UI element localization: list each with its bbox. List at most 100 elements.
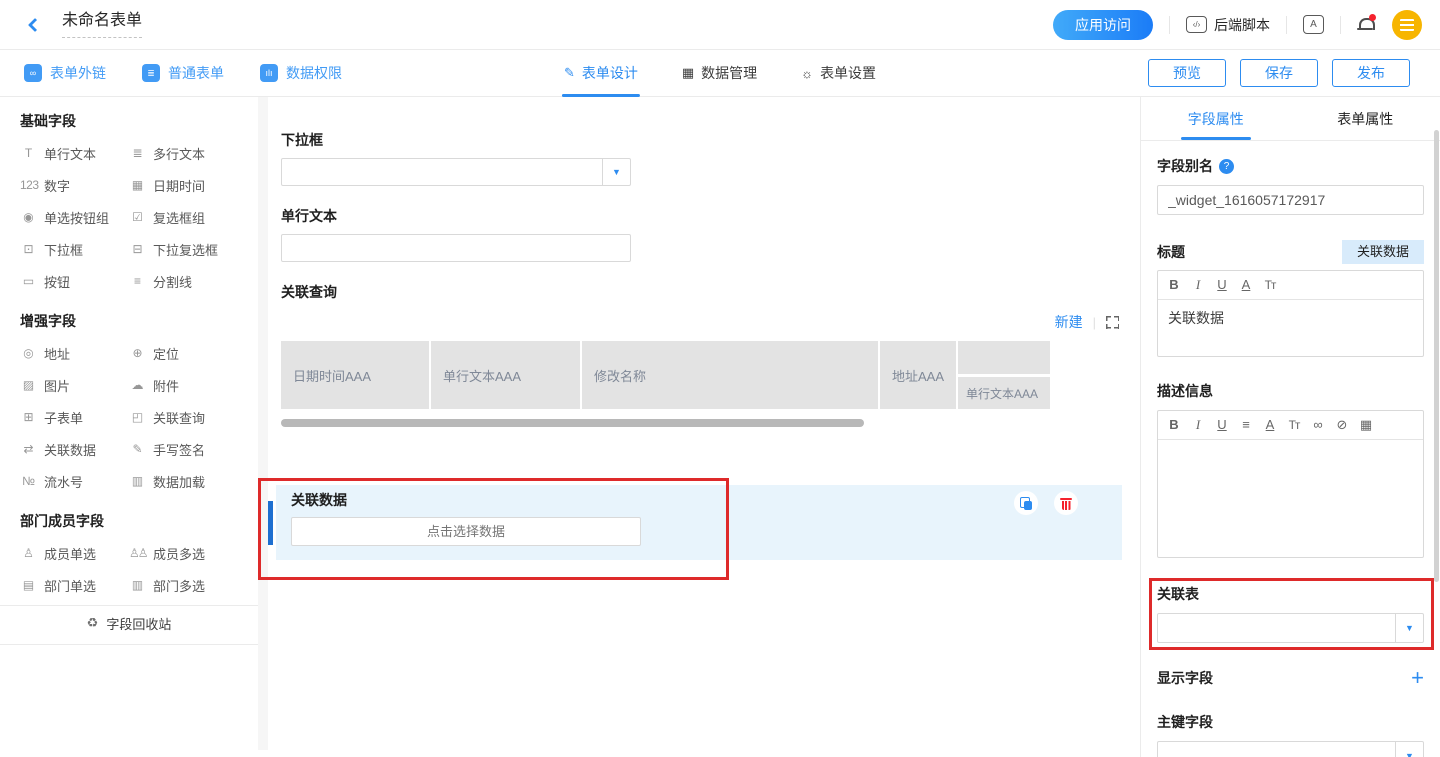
unchain-icon[interactable]: ⊘ bbox=[1330, 411, 1354, 439]
align-icon[interactable]: ≡ bbox=[1234, 411, 1258, 439]
avatar[interactable] bbox=[1392, 10, 1422, 40]
field-library-item[interactable]: ◰ 关联查询 bbox=[129, 401, 238, 433]
related-table-select[interactable]: ▼ bbox=[1157, 613, 1424, 643]
title-editor-content[interactable]: 关联数据 bbox=[1158, 300, 1423, 356]
field-library-item[interactable]: ♙ 成员单选 bbox=[20, 537, 129, 569]
field-library-item[interactable]: ▭ 按钮 bbox=[20, 265, 129, 297]
copy-widget-button[interactable] bbox=[1014, 491, 1038, 515]
field-library-item[interactable]: 123 数字 bbox=[20, 169, 129, 201]
help-icon[interactable]: ? bbox=[1219, 159, 1234, 174]
description-editor-content[interactable] bbox=[1158, 440, 1423, 557]
caret-down-icon[interactable]: ▼ bbox=[1395, 742, 1423, 757]
text-control[interactable] bbox=[281, 234, 631, 262]
italic-icon[interactable]: I bbox=[1186, 411, 1210, 439]
field-library-item[interactable]: ⊟ 下拉复选框 bbox=[129, 233, 238, 265]
fontsize-icon[interactable]: Tт bbox=[1258, 271, 1282, 299]
field-library-item[interactable]: T 单行文本 bbox=[20, 137, 129, 169]
add-display-field-button[interactable]: + bbox=[1411, 668, 1424, 688]
linked-data-picker[interactable] bbox=[291, 517, 641, 546]
field-library-item[interactable]: ☁ 附件 bbox=[129, 369, 238, 401]
color-icon[interactable]: A bbox=[1234, 271, 1258, 299]
title-badge[interactable]: 关联数据 bbox=[1342, 240, 1424, 264]
text-input[interactable] bbox=[282, 235, 630, 261]
main-tab[interactable]: ✎ 表单设计 bbox=[564, 50, 638, 97]
canvas-widget-lookup[interactable]: 关联查询 新建 | 日期时间AAA 单行文本AAA 修改名称 地址AAA 单行文… bbox=[281, 284, 1122, 427]
field-library-item[interactable]: ◉ 单选按钮组 bbox=[20, 201, 129, 233]
bold-icon[interactable]: B bbox=[1162, 411, 1186, 439]
sidebar-canvas-gutter bbox=[258, 97, 268, 750]
field-library-item[interactable]: ⊞ 子表单 bbox=[20, 401, 129, 433]
field-recycle-bin-button[interactable]: ♻ 字段回收站 bbox=[20, 606, 238, 640]
fontsize-icon[interactable]: Tт bbox=[1282, 411, 1306, 439]
canvas-widget-text[interactable]: 单行文本 bbox=[281, 208, 1122, 262]
form-mode-link[interactable]: ≣ 普通表单 bbox=[142, 63, 224, 83]
field-library-item[interactable]: ✎ 手写签名 bbox=[129, 433, 238, 465]
field-library-item[interactable]: ♙♙ 成员多选 bbox=[129, 537, 238, 569]
main-tab[interactable]: ☼ 表单设置 bbox=[801, 50, 876, 97]
field-library-item[interactable]: ▤ 部门单选 bbox=[20, 569, 129, 601]
location-icon: ⊕ bbox=[129, 346, 146, 360]
field-library-item[interactable]: ◎ 地址 bbox=[20, 337, 129, 369]
selection-indicator-bar bbox=[268, 501, 273, 545]
back-button[interactable] bbox=[24, 14, 46, 36]
form-mode-link[interactable]: ∞ 表单外链 bbox=[24, 63, 106, 83]
caret-down-icon[interactable]: ▼ bbox=[602, 159, 630, 185]
horizontal-scrollbar[interactable] bbox=[281, 419, 864, 427]
field-library-item[interactable]: ▥ 部门多选 bbox=[129, 569, 238, 601]
lookup-table-header: 日期时间AAA 单行文本AAA 修改名称 地址AAA 单行文本AAA bbox=[281, 341, 1119, 409]
backend-script-button[interactable]: ‹/› 后端脚本 bbox=[1186, 15, 1270, 35]
new-record-link[interactable]: 新建 bbox=[1055, 312, 1083, 332]
underline-icon[interactable]: U bbox=[1210, 411, 1234, 439]
fullscreen-icon[interactable] bbox=[1106, 316, 1119, 329]
vertical-scrollbar[interactable] bbox=[1434, 130, 1439, 582]
divider-icon: ≡ bbox=[129, 274, 146, 288]
linked-data-input[interactable] bbox=[292, 518, 640, 545]
italic-icon[interactable]: I bbox=[1186, 271, 1210, 299]
linked-data-icon: ⇄ bbox=[20, 442, 37, 456]
table-overflow-column: 单行文本AAA bbox=[958, 341, 1050, 409]
publish-button[interactable]: 发布 bbox=[1332, 59, 1410, 87]
divider bbox=[1340, 16, 1341, 34]
app-access-button[interactable]: 应用访问 bbox=[1053, 10, 1153, 40]
delete-widget-button[interactable] bbox=[1054, 491, 1078, 515]
inspector-tab[interactable]: 表单属性 bbox=[1291, 97, 1440, 140]
save-button[interactable]: 保存 bbox=[1240, 59, 1318, 87]
field-library-item[interactable]: ▦ 日期时间 bbox=[129, 169, 238, 201]
form-design-icon: ✎ bbox=[564, 65, 575, 81]
chevron-left-icon bbox=[28, 17, 42, 31]
field-library-item[interactable]: № 流水号 bbox=[20, 465, 129, 497]
primary-key-select[interactable]: ▼ bbox=[1157, 741, 1424, 757]
field-library-item[interactable]: ⇄ 关联数据 bbox=[20, 433, 129, 465]
inspector-tab[interactable]: 字段属性 bbox=[1141, 97, 1291, 140]
title-editor: BIUATт 关联数据 bbox=[1157, 270, 1424, 357]
radio-group-icon: ◉ bbox=[20, 210, 37, 224]
related-table-label: 关联表 bbox=[1157, 586, 1424, 603]
field-library-item[interactable]: ≡ 分割线 bbox=[129, 265, 238, 297]
canvas-widget-linked-data-selected[interactable]: 关联数据 bbox=[276, 485, 1122, 560]
multi-select-icon: ⊟ bbox=[129, 242, 146, 256]
preview-button[interactable]: 预览 bbox=[1148, 59, 1226, 87]
notification-bell-icon[interactable] bbox=[1357, 17, 1374, 33]
chain-icon[interactable]: ∞ bbox=[1306, 411, 1330, 439]
color-icon[interactable]: A bbox=[1258, 411, 1282, 439]
address-book-icon[interactable]: A bbox=[1303, 15, 1324, 34]
form-mode-link[interactable]: ılı 数据权限 bbox=[260, 63, 342, 83]
main-tab[interactable]: ▦ 数据管理 bbox=[682, 50, 757, 97]
table-column-header: 单行文本AAA bbox=[431, 341, 580, 409]
field-library-item[interactable]: ⊡ 下拉框 bbox=[20, 233, 129, 265]
form-title[interactable]: 未命名表单 bbox=[62, 12, 142, 38]
field-library-item[interactable]: ▨ 图片 bbox=[20, 369, 129, 401]
canvas-widget-select[interactable]: 下拉框 ▼ bbox=[281, 132, 1122, 186]
table-column-header: 修改名称 bbox=[582, 341, 878, 409]
field-library-item[interactable]: ▥ 数据加载 bbox=[129, 465, 238, 497]
underline-icon[interactable]: U bbox=[1210, 271, 1234, 299]
insert-image-icon[interactable]: ▦ bbox=[1354, 411, 1378, 439]
select-control[interactable]: ▼ bbox=[281, 158, 631, 186]
bold-icon[interactable]: B bbox=[1162, 271, 1186, 299]
field-library-item[interactable]: ☑ 复选框组 bbox=[129, 201, 238, 233]
field-library-item[interactable]: ≣ 多行文本 bbox=[129, 137, 238, 169]
alias-input[interactable] bbox=[1157, 185, 1424, 215]
description-editor: BIU≡ATт∞⊘▦ bbox=[1157, 410, 1424, 558]
field-library-item[interactable]: ⊕ 定位 bbox=[129, 337, 238, 369]
caret-down-icon[interactable]: ▼ bbox=[1395, 614, 1423, 642]
